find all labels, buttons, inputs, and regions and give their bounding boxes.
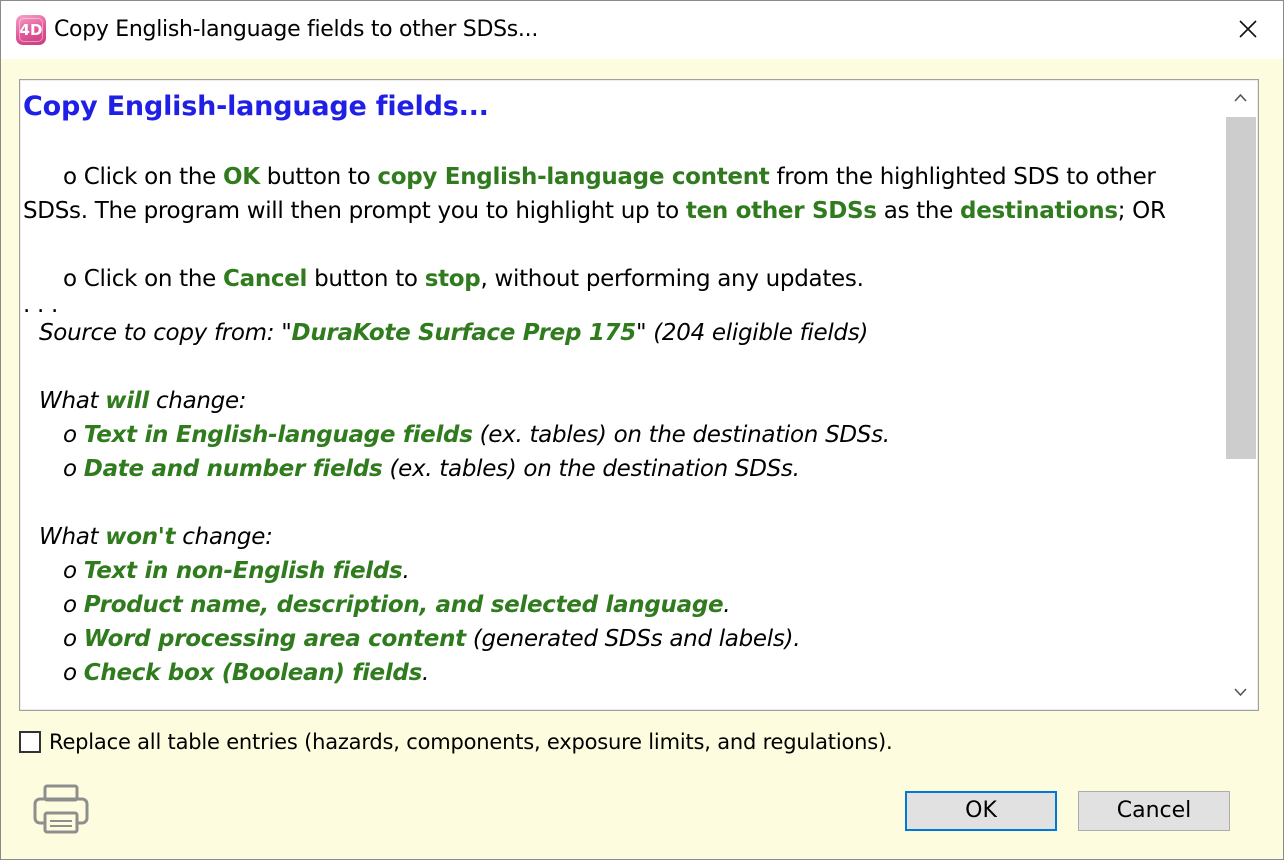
- chevron-up-icon: [1234, 93, 1247, 102]
- option-ok-line-1: o Click on the OK button to copy English…: [63, 164, 1156, 190]
- chevron-down-icon: [1234, 688, 1247, 697]
- vertical-scrollbar[interactable]: [1224, 81, 1257, 709]
- ok-button[interactable]: OK: [905, 791, 1057, 831]
- wont-change-heading: What won't change:: [39, 524, 273, 550]
- scroll-thumb[interactable]: [1226, 117, 1256, 459]
- will-change-item: o Text in English-language fields (ex. t…: [63, 422, 890, 448]
- option-ok-line-2: SDSs. The program will then prompt you t…: [23, 198, 1166, 224]
- close-button[interactable]: [1225, 11, 1271, 51]
- close-icon: [1239, 20, 1257, 38]
- will-change-heading: What will change:: [39, 388, 247, 414]
- dialog-window: 4D Copy English-language fields to other…: [0, 0, 1284, 860]
- ellipsis: . . .: [23, 292, 59, 318]
- wont-change-item: o Check box (Boolean) fields.: [63, 660, 429, 686]
- scroll-down-button[interactable]: [1224, 675, 1257, 709]
- replace-table-entries-option[interactable]: Replace all table entries (hazards, comp…: [19, 729, 893, 755]
- 4d-app-icon: 4D: [16, 15, 46, 45]
- wont-change-item: o Text in non-English fields.: [63, 558, 410, 584]
- scroll-up-button[interactable]: [1224, 81, 1257, 115]
- title-bar[interactable]: 4D Copy English-language fields to other…: [1, 1, 1283, 59]
- message-area[interactable]: Copy English-language fields... o Click …: [19, 79, 1259, 711]
- replace-table-entries-label[interactable]: Replace all table entries (hazards, comp…: [49, 730, 893, 754]
- option-cancel-line: o Click on the Cancel button to stop, wi…: [63, 266, 864, 292]
- source-line: Source to copy from: "DuraKote Surface P…: [39, 320, 869, 346]
- message-content: Copy English-language fields... o Click …: [23, 88, 1218, 708]
- print-button[interactable]: [28, 780, 94, 840]
- message-heading: Copy English-language fields...: [23, 91, 489, 122]
- printer-icon: [33, 784, 89, 834]
- cancel-button[interactable]: Cancel: [1078, 791, 1230, 831]
- window-title: Copy English-language fields to other SD…: [54, 17, 539, 42]
- wont-change-item: o Word processing area content (generate…: [63, 626, 801, 652]
- will-change-item: o Date and number fields (ex. tables) on…: [63, 456, 800, 482]
- replace-table-entries-checkbox[interactable]: [19, 731, 41, 753]
- wont-change-item: o Product name, description, and selecte…: [63, 592, 731, 618]
